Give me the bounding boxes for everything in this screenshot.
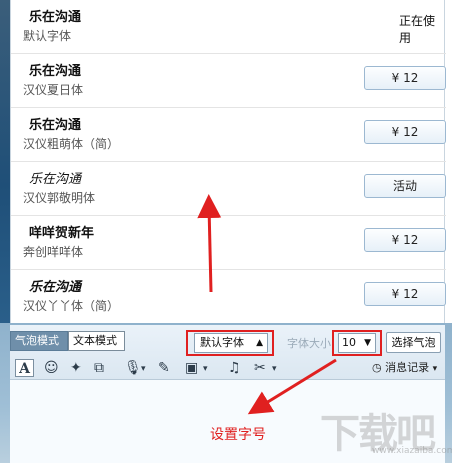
font-preview: 乐在沟通 (29, 280, 82, 295)
font-preview: 乐在沟通 (29, 10, 82, 25)
chevron-down-icon[interactable]: ▾ (141, 360, 146, 378)
emoji-icon[interactable]: ☺ (44, 359, 59, 377)
font-row-miemie[interactable]: 咩咩贺新年 奔创咩咩体 ¥ 12 (11, 216, 446, 270)
activity-button[interactable]: 活动 (364, 174, 446, 198)
chevron-down-icon[interactable]: ▾ (203, 360, 208, 378)
font-status-in-use: 正在使用 (399, 14, 436, 45)
tab-bubble-mode[interactable]: 气泡模式 (10, 331, 68, 351)
microphone-icon[interactable]: 🎙 (124, 359, 142, 377)
chevron-down-icon[interactable]: ▾ (272, 360, 277, 378)
select-bubble-button[interactable]: 选择气泡 (386, 332, 441, 353)
chevron-down-icon: ▾ (432, 364, 438, 374)
font-row-cumeng[interactable]: 乐在沟通 汉仪粗萌体（简） ¥ 12 (11, 108, 446, 162)
chat-toolbar: 气泡模式 文本模式 默认字体 ▲ 字体大小 10 ▼ 选择气泡 A ☺ ✦ ⧉ … (10, 325, 445, 380)
buy-font-button[interactable]: ¥ 12 (364, 228, 446, 252)
image-icon[interactable]: ▣ (185, 359, 198, 377)
font-preview: 咩咩贺新年 (29, 226, 95, 241)
message-history-label: 消息记录 (385, 361, 430, 374)
scissors-icon[interactable]: ✂ (254, 359, 266, 377)
message-history-button[interactable]: ◷ 消息记录 ▾ (372, 360, 437, 377)
buy-font-button[interactable]: ¥ 12 (364, 282, 446, 306)
font-name: 汉仪粗萌体（简） (23, 137, 120, 151)
font-size-label: 字体大小 (287, 337, 331, 350)
font-name: 汉仪丫丫体（简） (23, 299, 120, 313)
annotation-label: 设置字号 (210, 427, 266, 443)
font-name: 默认字体 (23, 29, 72, 43)
magic-wand-icon[interactable]: ✦ (70, 359, 82, 377)
font-preview: 乐在沟通 (29, 118, 82, 133)
font-list-panel: 乐在沟通 默认字体 正在使用 乐在沟通 汉仪夏日体 ¥ 12 乐在沟通 汉仪粗萌… (10, 0, 446, 324)
buy-font-button[interactable]: ¥ 12 (364, 66, 446, 90)
highlight-box-size (332, 330, 382, 356)
font-name: 汉仪郭敬明体 (23, 191, 96, 205)
font-row-xiari[interactable]: 乐在沟通 汉仪夏日体 ¥ 12 (11, 54, 446, 108)
music-icon[interactable]: ♫ (228, 359, 241, 377)
buy-font-button[interactable]: ¥ 12 (364, 120, 446, 144)
edit-icon[interactable]: ✎ (158, 359, 170, 377)
watermark-url: www.xiazaiba.com (372, 446, 452, 456)
highlight-box-font (186, 330, 274, 356)
font-preview: 乐在沟通 (29, 64, 82, 79)
font-name: 汉仪夏日体 (23, 83, 84, 97)
clock-icon: ◷ (372, 361, 382, 374)
font-preview: 乐在沟通 (29, 172, 82, 187)
font-row-guojingming[interactable]: 乐在沟通 汉仪郭敬明体 活动 (11, 162, 446, 216)
message-input-area[interactable]: 设置字号 下载吧 www.xiazaiba.com (10, 380, 452, 463)
font-style-icon[interactable]: A (15, 359, 34, 377)
font-row-default[interactable]: 乐在沟通 默认字体 正在使用 (11, 0, 446, 54)
tab-text-mode[interactable]: 文本模式 (68, 331, 125, 351)
font-name: 奔创咩咩体 (23, 245, 84, 259)
shake-icon[interactable]: ⧉ (94, 359, 104, 377)
font-row-yaya[interactable]: 乐在沟通 汉仪丫丫体（简） ¥ 12 (11, 270, 446, 324)
